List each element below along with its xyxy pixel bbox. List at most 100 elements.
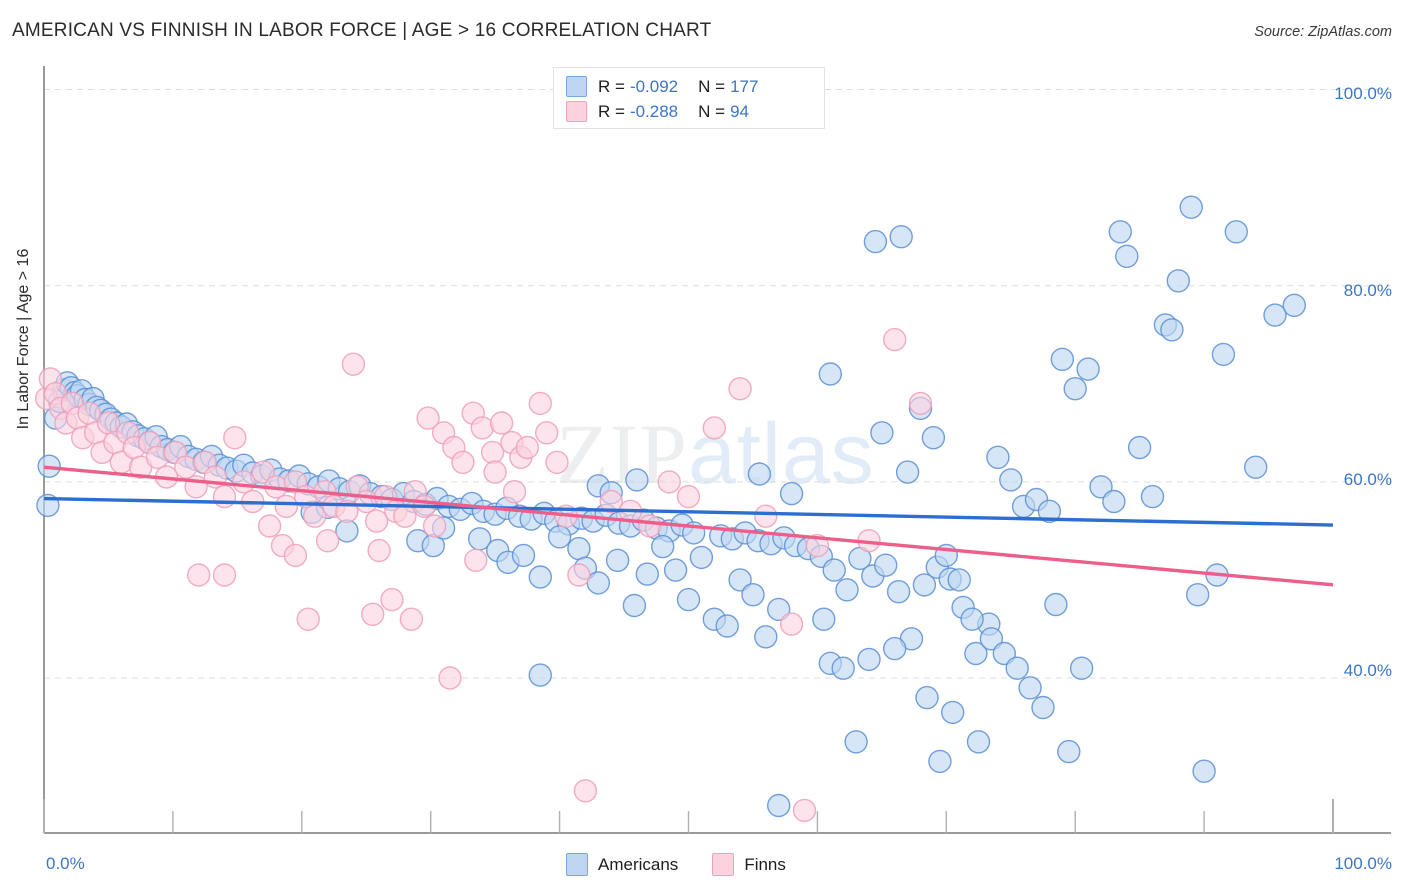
data-point[interactable]: [747, 462, 772, 486]
data-point[interactable]: [835, 578, 859, 602]
data-point[interactable]: [393, 504, 417, 528]
data-point[interactable]: [715, 614, 739, 638]
data-point[interactable]: [863, 229, 888, 254]
data-point[interactable]: [535, 421, 559, 445]
data-point[interactable]: [883, 327, 907, 352]
data-point[interactable]: [528, 663, 552, 687]
data-point[interactable]: [511, 543, 536, 568]
data-point[interactable]: [232, 470, 256, 494]
data-point[interactable]: [702, 416, 726, 440]
data-point[interactable]: [1263, 303, 1287, 327]
data-point[interactable]: [573, 779, 598, 803]
data-point[interactable]: [818, 362, 842, 386]
data-point[interactable]: [874, 553, 898, 577]
data-point[interactable]: [947, 568, 971, 592]
data-point[interactable]: [779, 481, 804, 506]
data-point[interactable]: [480, 440, 505, 465]
data-point[interactable]: [657, 470, 681, 494]
data-point[interactable]: [625, 468, 649, 492]
data-point[interactable]: [728, 377, 752, 401]
data-point[interactable]: [767, 793, 791, 818]
data-point[interactable]: [341, 352, 366, 376]
data-point[interactable]: [296, 607, 320, 631]
data-point[interactable]: [689, 545, 714, 570]
data-point[interactable]: [1192, 759, 1216, 783]
data-point[interactable]: [844, 730, 868, 754]
data-point[interactable]: [1243, 455, 1268, 479]
data-point[interactable]: [303, 504, 327, 528]
data-point[interactable]: [212, 563, 237, 587]
data-point[interactable]: [502, 480, 527, 504]
data-point[interactable]: [754, 504, 778, 528]
data-point[interactable]: [416, 406, 440, 430]
data-point[interactable]: [605, 548, 630, 572]
data-point[interactable]: [77, 401, 101, 425]
data-point[interactable]: [741, 583, 765, 607]
data-point[interactable]: [483, 460, 507, 484]
data-point[interactable]: [1282, 293, 1307, 317]
data-point[interactable]: [367, 538, 391, 563]
data-point[interactable]: [1102, 489, 1126, 514]
data-point[interactable]: [1063, 377, 1087, 401]
data-point[interactable]: [886, 580, 911, 604]
data-point[interactable]: [960, 607, 984, 631]
data-point[interactable]: [174, 455, 198, 479]
data-point[interactable]: [889, 224, 913, 249]
data-point[interactable]: [754, 625, 778, 649]
data-point[interactable]: [1224, 220, 1249, 244]
data-point[interactable]: [1211, 342, 1236, 367]
data-point[interactable]: [999, 468, 1023, 492]
data-point[interactable]: [354, 489, 378, 514]
data-point[interactable]: [528, 565, 552, 589]
data-point[interactable]: [831, 656, 855, 680]
data-point[interactable]: [908, 391, 933, 416]
data-point[interactable]: [1140, 484, 1165, 509]
data-point[interactable]: [1044, 592, 1068, 617]
data-point[interactable]: [567, 563, 591, 587]
legend-item-americans[interactable]: Americans: [566, 853, 678, 876]
data-point[interactable]: [1076, 357, 1100, 381]
data-point[interactable]: [515, 435, 540, 460]
data-point[interactable]: [1166, 269, 1191, 293]
data-point[interactable]: [857, 647, 881, 672]
data-point[interactable]: [635, 562, 659, 586]
data-point[interactable]: [779, 612, 804, 636]
data-point[interactable]: [545, 450, 569, 474]
data-point[interactable]: [212, 484, 237, 509]
data-point[interactable]: [1127, 435, 1152, 460]
data-point[interactable]: [663, 558, 688, 582]
data-point[interactable]: [1115, 244, 1139, 268]
data-point[interactable]: [870, 421, 894, 445]
data-point[interactable]: [638, 514, 662, 538]
data-point[interactable]: [274, 494, 298, 519]
data-point[interactable]: [567, 536, 591, 561]
data-point[interactable]: [586, 571, 610, 595]
data-point[interactable]: [96, 411, 121, 435]
data-point[interactable]: [986, 445, 1010, 469]
data-point[interactable]: [1050, 347, 1075, 371]
data-point[interactable]: [1160, 318, 1184, 342]
data-point[interactable]: [895, 460, 920, 484]
data-point[interactable]: [489, 411, 514, 435]
data-point[interactable]: [364, 509, 389, 533]
data-point[interactable]: [883, 636, 907, 661]
data-point[interactable]: [676, 587, 701, 612]
data-point[interactable]: [451, 450, 475, 474]
data-point[interactable]: [966, 730, 991, 754]
data-point[interactable]: [186, 563, 211, 587]
data-point[interactable]: [941, 700, 965, 725]
data-point[interactable]: [1057, 739, 1081, 764]
data-point[interactable]: [1179, 195, 1203, 219]
data-point[interactable]: [422, 514, 447, 538]
data-point[interactable]: [380, 587, 404, 612]
data-point[interactable]: [812, 607, 836, 631]
data-point[interactable]: [547, 525, 572, 549]
data-point[interactable]: [1108, 220, 1133, 244]
data-point[interactable]: [223, 426, 247, 450]
data-point[interactable]: [1031, 695, 1055, 720]
data-point[interactable]: [921, 426, 946, 450]
data-point[interactable]: [464, 548, 488, 572]
data-point[interactable]: [928, 749, 952, 774]
legend-item-finns[interactable]: Finns: [712, 853, 786, 876]
data-point[interactable]: [822, 558, 846, 582]
